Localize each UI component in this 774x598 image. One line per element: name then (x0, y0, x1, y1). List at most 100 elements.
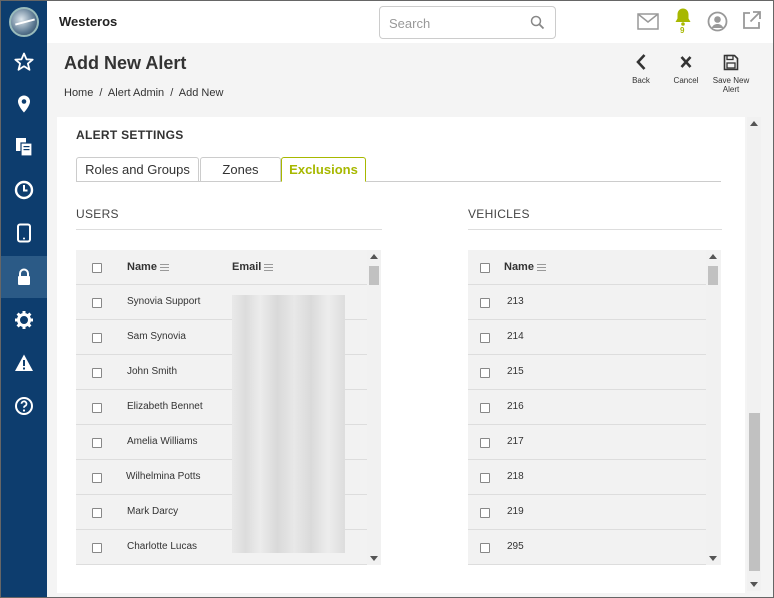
back-button[interactable]: Back (618, 53, 664, 85)
app-name: Westeros (59, 14, 118, 29)
sidebar-item-help[interactable] (1, 385, 47, 427)
redacted-email-column (232, 295, 345, 553)
tab-roles-and-groups[interactable]: Roles and Groups (76, 157, 199, 182)
external-link-icon[interactable] (741, 10, 762, 31)
sidebar-item-favorites[interactable] (1, 41, 47, 83)
vehicle-name: 218 (507, 471, 524, 482)
row-checkbox[interactable] (92, 473, 102, 483)
row-checkbox[interactable] (92, 508, 102, 518)
back-label: Back (632, 76, 650, 85)
scroll-up-arrow[interactable] (370, 254, 378, 259)
warning-icon (15, 354, 33, 371)
users-title: USERS (76, 207, 119, 221)
user-name: Mark Darcy (127, 506, 179, 517)
sort-icon[interactable] (536, 263, 546, 271)
search-icon[interactable] (530, 15, 545, 30)
vehicle-name: 219 (507, 506, 524, 517)
sidebar-item-settings[interactable] (1, 299, 47, 341)
row-checkbox[interactable] (480, 543, 490, 553)
save-label-line2: Alert (722, 85, 740, 94)
user-name: Elizabeth Bennet (127, 401, 203, 412)
users-divider (76, 229, 382, 230)
vehicle-name: 214 (507, 331, 524, 342)
breadcrumb-alert-admin[interactable]: Alert Admin (108, 87, 164, 99)
row-checkbox[interactable] (480, 508, 490, 518)
section-title: ALERT SETTINGS (76, 128, 184, 142)
sidebar-item-reports[interactable] (1, 126, 47, 168)
scroll-thumb[interactable] (708, 266, 718, 285)
cancel-label: Cancel (673, 76, 699, 85)
save-label-line1: Save New (712, 76, 750, 85)
select-all-users-checkbox[interactable] (92, 263, 102, 273)
row-checkbox[interactable] (480, 298, 490, 308)
table-row[interactable]: 217 (468, 425, 706, 460)
vehicles-name-column-header[interactable]: Name (504, 261, 546, 273)
mail-icon[interactable] (637, 13, 659, 30)
row-checkbox[interactable] (92, 368, 102, 378)
scroll-thumb[interactable] (749, 413, 760, 571)
map-pin-icon (18, 95, 30, 113)
cancel-button[interactable]: Cancel (663, 53, 709, 85)
row-checkbox[interactable] (480, 333, 490, 343)
sidebar-item-history[interactable] (1, 169, 47, 211)
sidebar-item-map[interactable] (1, 83, 47, 125)
table-row[interactable]: 214 (468, 320, 706, 355)
table-row[interactable]: 215 (468, 355, 706, 390)
sidebar-item-alerts[interactable] (1, 342, 47, 384)
page-header: Add New Alert Home / Alert Admin / Add N… (47, 43, 773, 107)
vehicle-name: 216 (507, 401, 524, 412)
scroll-down-arrow[interactable] (370, 556, 378, 561)
documents-icon (16, 138, 33, 157)
row-checkbox[interactable] (480, 438, 490, 448)
user-icon[interactable] (707, 11, 728, 32)
name-column-label: Name (504, 261, 534, 273)
lock-icon (18, 268, 30, 285)
scroll-down-arrow[interactable] (750, 582, 758, 587)
sidebar-item-admin[interactable] (1, 256, 47, 298)
logo[interactable] (9, 7, 39, 37)
table-row[interactable]: 216 (468, 390, 706, 425)
vehicles-table-scrollbar[interactable] (706, 250, 720, 565)
scroll-up-arrow[interactable] (750, 121, 758, 126)
scroll-up-arrow[interactable] (709, 254, 717, 259)
row-checkbox[interactable] (92, 438, 102, 448)
table-row[interactable]: 213 (468, 285, 706, 320)
breadcrumb-separator: / (99, 87, 103, 99)
row-checkbox[interactable] (480, 368, 490, 378)
name-column-label: Name (127, 261, 157, 273)
sort-icon[interactable] (159, 263, 169, 271)
row-checkbox[interactable] (92, 543, 102, 553)
scroll-down-arrow[interactable] (709, 556, 717, 561)
row-checkbox[interactable] (480, 473, 490, 483)
users-email-column-header[interactable]: Email (232, 261, 274, 273)
sidebar (1, 1, 47, 597)
tab-zones[interactable]: Zones (200, 157, 281, 182)
vehicle-name: 213 (507, 296, 524, 307)
vehicle-name: 217 (507, 436, 524, 447)
users-name-column-header[interactable]: Name (127, 261, 169, 273)
breadcrumb-home[interactable]: Home (64, 87, 93, 99)
user-name: Wilhelmina Potts (126, 471, 201, 482)
bell-icon[interactable] (673, 7, 693, 27)
users-table-scrollbar[interactable] (367, 250, 381, 565)
row-checkbox[interactable] (92, 333, 102, 343)
page-title: Add New Alert (64, 53, 187, 73)
search-box[interactable] (379, 6, 556, 39)
select-all-vehicles-checkbox[interactable] (480, 263, 490, 273)
save-new-alert-button[interactable]: Save New Alert (708, 53, 754, 94)
vehicle-name: 215 (507, 366, 524, 377)
row-checkbox[interactable] (92, 403, 102, 413)
row-checkbox[interactable] (480, 403, 490, 413)
user-name: John Smith (127, 366, 178, 377)
scroll-thumb[interactable] (369, 266, 379, 285)
sidebar-item-devices[interactable] (1, 212, 47, 254)
back-icon (636, 54, 646, 70)
table-row[interactable]: 219 (468, 495, 706, 530)
sort-icon[interactable] (264, 263, 274, 271)
table-row[interactable]: 218 (468, 460, 706, 495)
row-checkbox[interactable] (92, 298, 102, 308)
search-input[interactable] (389, 14, 524, 32)
page-scrollbar[interactable] (747, 117, 761, 591)
table-row[interactable]: 295 (468, 530, 706, 565)
tab-exclusions[interactable]: Exclusions (281, 157, 366, 182)
